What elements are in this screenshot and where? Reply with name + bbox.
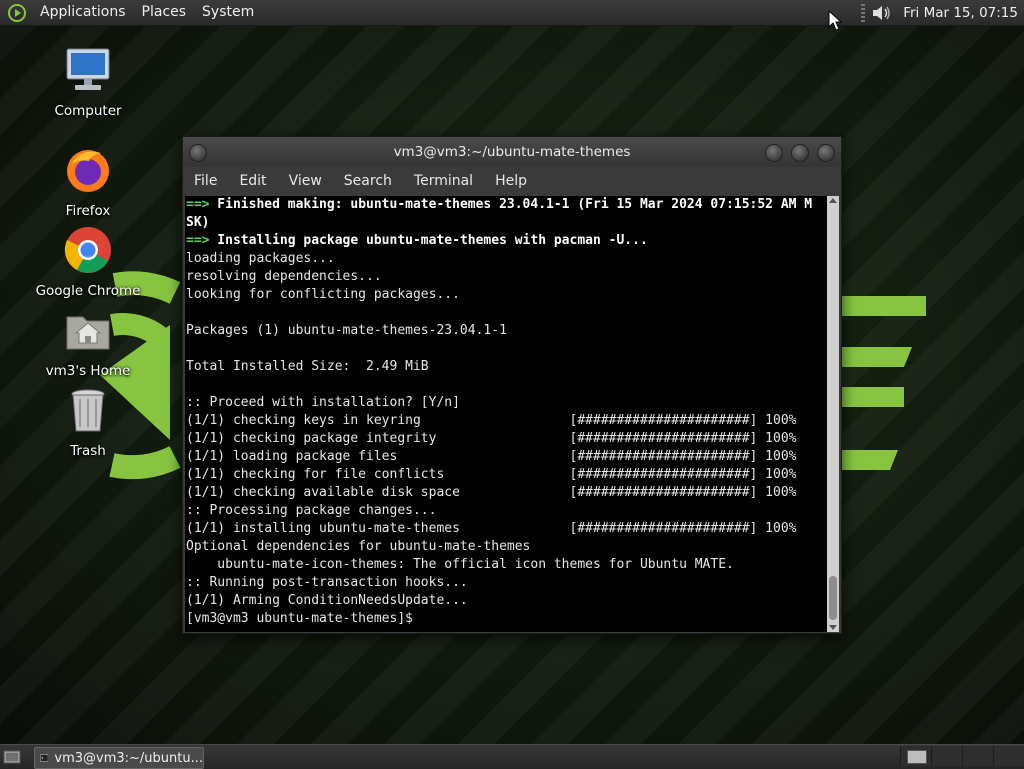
chrome-icon <box>64 227 111 273</box>
terminal-line: looking for conflicting packages... <box>186 287 460 302</box>
terminal-line: Total Installed Size: 2.49 MiB <box>186 359 429 374</box>
terminal-line: (1/1) checking keys in keyring [########… <box>186 413 797 428</box>
terminal-line: (1/1) loading package files [###########… <box>186 449 797 464</box>
terminal-line: ==> Finished making: ubuntu-mate-themes … <box>186 197 813 212</box>
menu-terminal[interactable]: Terminal <box>403 173 484 189</box>
terminal-line: ==> Installing package ubuntu-mate-theme… <box>186 233 648 248</box>
menu-places[interactable]: Places <box>134 0 195 25</box>
terminal-line: ubuntu-mate-icon-themes: The official ic… <box>186 557 734 572</box>
speaker-icon[interactable] <box>871 4 893 22</box>
desktop-icon-label: vm3's Home <box>45 363 131 379</box>
scroll-thumb[interactable] <box>829 576 837 620</box>
trash-icon <box>71 389 105 432</box>
terminal-line: (1/1) checking for file conflicts [#####… <box>186 467 797 482</box>
maximize-button[interactable] <box>791 144 809 162</box>
close-button[interactable] <box>817 144 835 162</box>
workspace-2[interactable] <box>931 746 962 766</box>
terminal-line: (1/1) installing ubuntu-mate-themes [###… <box>186 521 797 536</box>
terminal-line: Packages (1) ubuntu-mate-themes-23.04.1-… <box>186 323 507 338</box>
window-title: vm3@vm3:~/ubuntu-mate-themes <box>393 144 631 160</box>
desktop-icon-label: Firefox <box>65 203 111 219</box>
menu-search[interactable]: Search <box>333 173 403 189</box>
desktop-icon-label: Trash <box>70 443 106 459</box>
prompt-arrow: ==> <box>186 197 210 212</box>
taskbar-button-label: vm3@vm3:~/ubuntu... <box>54 750 203 766</box>
menu-help[interactable]: Help <box>484 173 538 189</box>
workspace-switcher <box>900 746 1024 768</box>
panel-handle <box>861 3 866 22</box>
terminal-line: :: Proceed with installation? [Y/n] <box>186 395 460 410</box>
terminal-line: resolving dependencies... <box>186 269 382 284</box>
terminal-line: [vm3@vm3 ubuntu-mate-themes]$ <box>186 611 413 626</box>
top-panel: Applications Places System Fri Mar 15, 0… <box>0 0 1024 26</box>
mate-menu-icon[interactable] <box>8 3 26 22</box>
desktop-icon-label: Computer <box>54 103 122 119</box>
terminal-line: (1/1) Arming ConditionNeedsUpdate... <box>186 593 468 608</box>
terminal-line: SK) <box>186 215 210 230</box>
terminal-line: :: Processing package changes... <box>186 503 437 518</box>
terminal-scrollbar[interactable] <box>827 196 839 632</box>
workspace-4[interactable] <box>993 746 1024 766</box>
terminal-icon <box>40 754 49 762</box>
menu-file[interactable]: File <box>183 173 228 189</box>
terminal-output[interactable]: ==> Finished making: ubuntu-mate-themes … <box>185 196 827 632</box>
desktop-icon-label: Google Chrome <box>35 283 141 299</box>
home-folder-icon <box>66 316 110 350</box>
computer-icon <box>66 48 110 90</box>
desktop-icon-home[interactable]: vm3's Home <box>33 305 143 379</box>
menu-system[interactable]: System <box>194 0 262 25</box>
desktop-icon-computer[interactable]: Computer <box>33 45 143 119</box>
desktop-icon-firefox[interactable]: Firefox <box>33 145 143 219</box>
show-desktop-icon[interactable] <box>2 748 22 766</box>
clock[interactable]: Fri Mar 15, 07:15 <box>903 5 1024 21</box>
window-titlebar[interactable]: vm3@vm3:~/ubuntu-mate-themes <box>183 137 841 167</box>
terminal-line: (1/1) checking available disk space [###… <box>186 485 797 500</box>
menu-applications[interactable]: Applications <box>32 0 134 25</box>
scroll-down-icon[interactable] <box>829 625 837 630</box>
terminal-line: :: Running post-transaction hooks... <box>186 575 468 590</box>
taskbar-terminal-button[interactable]: vm3@vm3:~/ubuntu... <box>34 747 204 769</box>
desktop-icon-chrome[interactable]: Google Chrome <box>33 225 143 299</box>
menubar: File Edit View Search Terminal Help <box>183 167 841 195</box>
desktop-icon-trash[interactable]: Trash <box>33 385 143 459</box>
firefox-icon <box>67 150 109 192</box>
terminal-line: Optional dependencies for ubuntu-mate-th… <box>186 539 531 554</box>
workspace-3[interactable] <box>962 746 993 766</box>
bottom-panel: vm3@vm3:~/ubuntu... <box>0 744 1024 769</box>
menu-edit[interactable]: Edit <box>228 173 277 189</box>
terminal-line: (1/1) checking package integrity [######… <box>186 431 797 446</box>
mouse-cursor-icon <box>828 10 842 31</box>
terminal-line: loading packages... <box>186 251 335 266</box>
workspace-1[interactable] <box>900 746 931 766</box>
scroll-up-icon[interactable] <box>829 198 837 203</box>
terminal-window: vm3@vm3:~/ubuntu-mate-themes File Edit V… <box>182 136 842 634</box>
menu-view[interactable]: View <box>278 173 333 189</box>
panel-tray: Fri Mar 15, 07:15 <box>861 0 1024 25</box>
prompt-arrow: ==> <box>186 233 210 248</box>
minimize-button[interactable] <box>765 144 783 162</box>
